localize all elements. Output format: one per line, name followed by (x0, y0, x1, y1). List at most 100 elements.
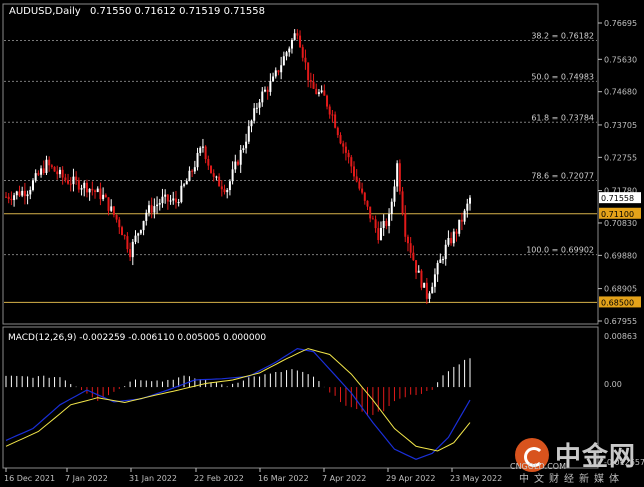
candle-body (315, 88, 318, 94)
candle-body (110, 206, 113, 211)
candle-body (123, 235, 126, 237)
candle-body (145, 212, 148, 221)
candle-body (436, 262, 439, 275)
date-axis-label: 22 Feb 2022 (194, 474, 244, 483)
candle-body (304, 57, 307, 63)
candle-body (377, 228, 380, 240)
chart-symbol: AUDUSD,Daily (9, 6, 81, 17)
candle-body (425, 282, 428, 299)
candle-body (96, 188, 99, 192)
price-chart[interactable]: AUDUSD,Daily 0.71550 0.71612 0.71519 0.7… (0, 0, 644, 487)
macd-panel (2, 326, 599, 469)
candle-body (88, 188, 91, 193)
candle-body (104, 194, 107, 198)
date-axis-label: 16 Dec 2021 (4, 474, 55, 483)
candle-body (401, 191, 404, 214)
candle-body (180, 185, 183, 203)
macd-histogram (5, 358, 471, 417)
price-axis-label: 0.68905 (604, 285, 637, 294)
candle-body (439, 259, 442, 263)
support-label: 0.71100 (601, 210, 634, 219)
candle-body (274, 70, 277, 77)
date-axis-label: 29 Apr 2022 (386, 474, 435, 483)
price-axis-label: 0.76695 (604, 19, 637, 28)
candle-body (353, 166, 355, 177)
candle-body (293, 33, 296, 40)
date-axis-label: 23 May 2022 (450, 474, 502, 483)
candle-body (463, 210, 466, 222)
candle-body (442, 259, 445, 261)
candle-body (355, 176, 358, 182)
candle-body (242, 148, 245, 151)
candle-body (64, 177, 67, 181)
candle-body (231, 169, 234, 182)
fib-label: 50.0 = 0.74983 (531, 72, 594, 81)
candle-body (237, 161, 239, 165)
fib-label: 100.0 = 0.69902 (526, 246, 594, 255)
candle-body (226, 190, 229, 193)
candle-body (10, 198, 13, 201)
support-label: 0.68500 (601, 298, 634, 307)
candle-body (312, 81, 315, 89)
watermark-sub: 中文财经新媒体 (519, 474, 624, 485)
price-axis-label: 0.75630 (604, 55, 637, 64)
candle-body (153, 206, 156, 213)
candle-body (21, 190, 24, 196)
candle-body (336, 127, 339, 136)
macd-axis-label: 0.00863 (604, 332, 637, 341)
candle-body (234, 161, 237, 170)
candle-body (326, 95, 329, 107)
candle-body (433, 274, 436, 287)
candle-body (218, 176, 221, 187)
candle-body (172, 198, 175, 201)
candle-body (61, 169, 64, 178)
candle-body (469, 197, 471, 204)
candle-body (317, 92, 320, 94)
candle-body (285, 52, 288, 57)
candle-body (121, 227, 123, 236)
candle-body (7, 196, 10, 199)
candle-body (174, 198, 177, 203)
candle-body (42, 168, 45, 173)
candle-body (204, 146, 207, 160)
candle-body (253, 108, 256, 121)
candle-body (94, 190, 97, 192)
candle-body (166, 194, 169, 202)
current-price-label: 0.71558 (601, 194, 634, 203)
candle-body (15, 191, 18, 196)
candle-body (466, 203, 469, 211)
candle-body (183, 184, 186, 186)
candle-body (37, 173, 40, 175)
candle-body (115, 214, 118, 220)
candle-body (56, 171, 59, 175)
candle-body (280, 65, 283, 73)
candle-body (382, 220, 385, 228)
candle-body (161, 196, 164, 204)
candle-body (196, 152, 199, 168)
candle-body (272, 76, 275, 82)
candle-body (331, 114, 334, 116)
candle-body (13, 195, 16, 201)
price-axis-label: 0.74680 (604, 88, 637, 97)
candle-body (193, 167, 196, 172)
fib-label: 61.8 = 0.73784 (531, 113, 594, 122)
chart-ohlc: 0.71550 0.71612 0.71519 0.71558 (90, 6, 265, 17)
candle-body (339, 135, 342, 144)
candle-body (164, 194, 167, 197)
candle-body (358, 181, 361, 189)
candle-body (139, 230, 142, 234)
candle-body (390, 201, 393, 215)
candle-body (228, 181, 231, 191)
candle-body (290, 39, 293, 49)
candle-body (99, 188, 102, 200)
candle-body (460, 219, 463, 222)
candle-body (239, 150, 242, 165)
candle-body (185, 181, 188, 185)
candle-body (72, 176, 75, 185)
candle-body (29, 189, 32, 195)
candle-body (131, 241, 134, 258)
price-axis-label: 0.70830 (604, 219, 637, 228)
candle-body (444, 244, 447, 260)
candle-body (347, 152, 350, 158)
candle-body (220, 186, 223, 190)
